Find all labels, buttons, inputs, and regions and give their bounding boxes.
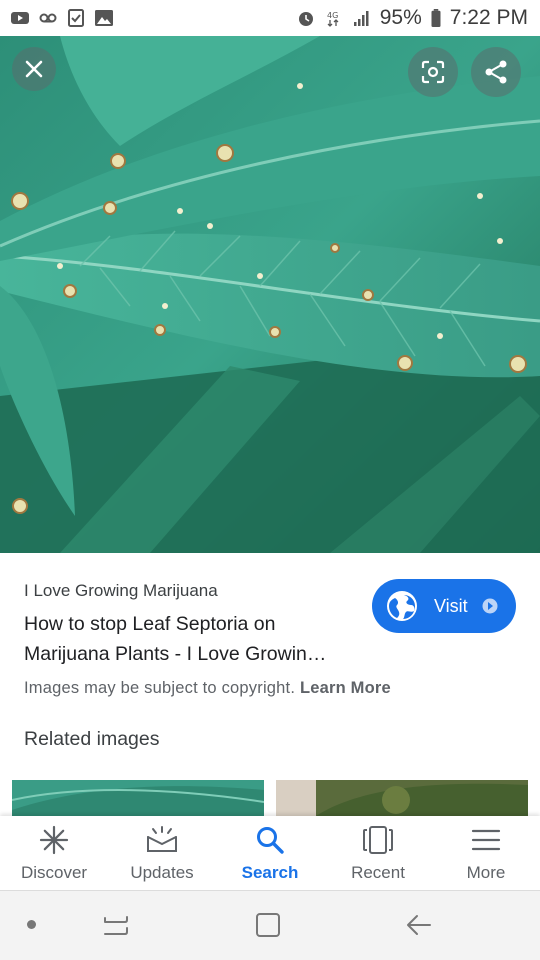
nav-discover[interactable]: Discover [0,816,108,890]
nav-updates[interactable]: Updates [108,816,216,890]
share-button[interactable] [471,47,521,97]
updates-icon [147,826,177,852]
notification-icons [10,9,114,27]
nav-label: Search [241,863,299,882]
data-4g-icon: 4G [327,11,339,27]
youtube-icon [11,12,29,24]
nav-more[interactable]: More [432,816,540,890]
battery-icon [431,9,441,27]
source-site[interactable]: I Love Growing Marijuana [24,581,218,601]
nav-label: More [466,863,506,882]
search-icon [257,827,284,854]
checklist-icon [68,9,84,27]
learn-more-link[interactable]: Learn More [300,679,391,697]
related-image-thumbnail[interactable] [276,780,528,816]
lens-button[interactable] [408,47,458,97]
nav-label: Updates [130,863,194,882]
related-images-heading: Related images [24,728,160,750]
assistant-dot-icon[interactable] [27,920,36,929]
system-navigation-bar [0,890,540,960]
nav-label: Discover [20,863,88,882]
system-status: 4G 95% 7:22 PM [296,6,528,30]
bottom-navigation: Discover Updates Search Recent More [0,816,540,890]
menu-icon [471,829,501,851]
result-title-line-2: Marijuana Plants - I Love Growin… [24,643,327,665]
signal-icon [353,11,369,26]
nav-recent[interactable]: Recent [324,816,432,890]
recent-apps-icon[interactable] [101,910,131,940]
asterisk-icon [39,825,69,855]
battery-percent: 95% [379,6,422,29]
globe-icon [387,591,417,621]
visit-button[interactable]: Visit [372,579,516,633]
close-button[interactable] [12,47,56,91]
back-icon[interactable] [404,910,434,940]
status-bar: 4G 95% 7:22 PM [0,0,540,36]
related-image-thumbnail[interactable] [12,780,264,816]
nav-label: Recent [351,863,405,882]
leaf-image [0,36,540,553]
copyright-notice: Images may be subject to copyright. Lear… [24,679,391,698]
svg-text:4G: 4G [327,11,338,20]
thumbnail-image [12,780,264,816]
share-icon [485,60,507,84]
clock: 7:22 PM [449,6,528,29]
thumbnail-image [276,780,528,816]
home-icon[interactable] [254,910,282,940]
alarm-icon [298,12,313,26]
result-title-line-1: How to stop Leaf Septoria on [24,613,276,635]
copyright-text: Images may be subject to copyright. [24,679,296,697]
image-preview[interactable] [0,36,540,553]
result-title[interactable]: How to stop Leaf Septoria on Marijuana P… [24,609,364,669]
lens-icon [421,60,445,84]
voicemail-icon [39,13,57,23]
close-icon [25,60,43,78]
nav-search[interactable]: Search [216,816,324,890]
visit-label: Visit [434,595,468,616]
recent-icon [363,826,393,854]
image-icon [95,10,113,26]
info-icon [482,598,498,614]
